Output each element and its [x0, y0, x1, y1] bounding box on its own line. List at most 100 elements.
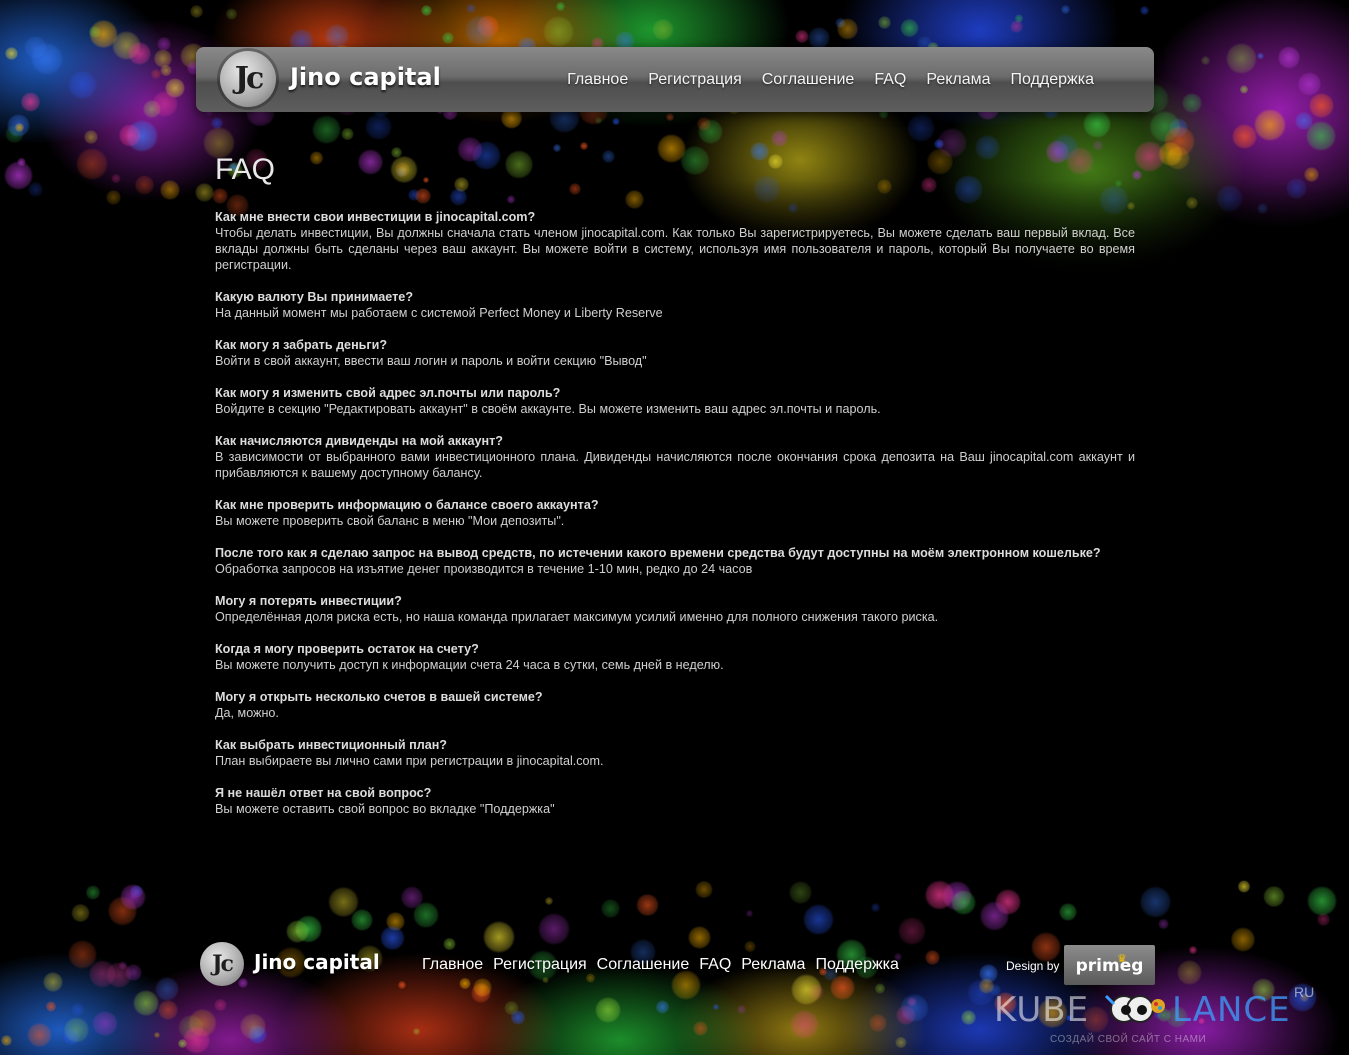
- bokeh-dot: [876, 178, 893, 195]
- bokeh-dot: [390, 156, 418, 184]
- faq-item: Как могу я изменить свой адрес эл.почты …: [215, 385, 1135, 417]
- bokeh-dot: [150, 68, 161, 79]
- bokeh-dot: [1115, 179, 1122, 187]
- faq-answer: Чтобы делать инвестиции, Вы должны снача…: [215, 226, 1135, 272]
- nav-advertising[interactable]: Реклама: [926, 71, 990, 89]
- bokeh-dot: [504, 150, 534, 180]
- faq-question: Как мне проверить информацию о балансе с…: [215, 498, 599, 512]
- bokeh-dot: [680, 145, 710, 175]
- bokeh-dot: [1166, 146, 1191, 171]
- footer-nav-faq[interactable]: FAQ: [699, 956, 731, 974]
- bokeh-dot: [795, 29, 810, 44]
- bokeh-dot: [790, 1009, 820, 1039]
- bokeh-dot: [666, 113, 674, 121]
- bokeh-dot: [652, 18, 674, 40]
- bokeh-dot: [1295, 112, 1313, 130]
- footer-nav-home[interactable]: Главное: [422, 956, 483, 974]
- bokeh-dot: [1308, 93, 1334, 119]
- bokeh-dot: [459, 977, 471, 990]
- nav-agreement[interactable]: Соглашение: [762, 71, 855, 89]
- bokeh-dot: [611, 117, 620, 126]
- faq-item: Как выбрать инвестиционный план? План вы…: [215, 737, 1135, 769]
- main-nav: Главное Регистрация Соглашение FAQ Рекла…: [567, 71, 1094, 89]
- bokeh-dot: [655, 1000, 670, 1014]
- bokeh-dot: [1253, 109, 1286, 142]
- bokeh-dot: [555, 1, 565, 11]
- bokeh-dot: [158, 1000, 178, 1021]
- footer-nav-advertising[interactable]: Реклама: [741, 956, 805, 974]
- faq-answer: Определённая доля риска есть, но наша ко…: [215, 610, 939, 624]
- bokeh-dot: [71, 1002, 85, 1016]
- bokeh-dot: [422, 177, 429, 184]
- faq-question: Я не нашёл ответ на свой вопрос?: [215, 786, 432, 800]
- faq-list: Как мне внести свои инвестиции в jinocap…: [215, 209, 1135, 833]
- bokeh-dot: [552, 144, 562, 153]
- bokeh-dot: [91, 1010, 118, 1037]
- bokeh-dot: [506, 195, 515, 204]
- bokeh-dot: [1239, 85, 1249, 94]
- bokeh-dot: [978, 978, 994, 994]
- bokeh-dot: [415, 188, 432, 205]
- bokeh-dot: [84, 129, 99, 144]
- faq-answer: Войти в свой аккаунт, ввести ваш логин и…: [215, 354, 647, 368]
- bokeh-dot: [239, 1013, 267, 1040]
- nav-home[interactable]: Главное: [567, 71, 628, 89]
- faq-item: Я не нашёл ответ на свой вопрос? Вы може…: [215, 785, 1135, 817]
- nav-registration[interactable]: Регистрация: [648, 71, 742, 89]
- bokeh-dot: [1031, 932, 1062, 963]
- designer-logo[interactable]: primeg: [1064, 945, 1155, 985]
- bokeh-dot: [27, 1022, 52, 1048]
- logo-icon[interactable]: Jc: [220, 51, 276, 107]
- footer-nav: Главное Регистрация Соглашение FAQ Рекла…: [422, 956, 899, 974]
- faq-answer: Вы можете проверить свой баланс в меню "…: [215, 514, 565, 528]
- bokeh-dot: [190, 5, 204, 19]
- site-name[interactable]: Jino capital: [290, 63, 441, 91]
- bokeh-dot: [670, 969, 701, 1000]
- bokeh-dot: [412, 1028, 420, 1036]
- footer-site-name[interactable]: Jino capital: [254, 950, 380, 974]
- faq-answer: Вы можете получить доступ к информации с…: [215, 658, 724, 672]
- bokeh-dot: [421, 4, 433, 16]
- bokeh-dot: [953, 174, 983, 204]
- bokeh-dot: [568, 183, 581, 196]
- mascot-icon: [1104, 994, 1165, 1023]
- bokeh-dot: [693, 1020, 709, 1036]
- bokeh-dot: [194, 182, 214, 202]
- footer-nav-support[interactable]: Поддержка: [815, 956, 898, 974]
- bokeh-dot: [771, 130, 789, 148]
- footer-logo-icon[interactable]: Jc: [200, 942, 244, 986]
- bokeh-dot: [510, 1010, 526, 1025]
- bokeh-dot: [1182, 93, 1203, 113]
- bokeh-dot: [1, 1035, 12, 1046]
- faq-item: Могу я потерять инвестиции? Определённая…: [215, 593, 1135, 625]
- bokeh-dot: [920, 176, 937, 193]
- faq-item: Когда я могу проверить остаток на счету?…: [215, 641, 1135, 673]
- faq-answer: Да, можно.: [215, 706, 279, 720]
- bokeh-dot: [1158, 918, 1169, 930]
- footer-nav-registration[interactable]: Регистрация: [493, 956, 587, 974]
- bokeh-dot: [441, 31, 454, 44]
- bokeh-dot: [408, 188, 421, 201]
- bokeh-dot: [456, 136, 483, 163]
- faq-answer: Вы можете оставить свой вопрос во вкладк…: [215, 802, 555, 816]
- page-title: FAQ: [215, 153, 276, 186]
- footer-nav-agreement[interactable]: Соглашение: [597, 956, 690, 974]
- bokeh-dot: [76, 148, 108, 180]
- bokeh-dot: [868, 1013, 888, 1033]
- bokeh-dot: [357, 149, 384, 175]
- bokeh-dot: [1231, 124, 1257, 150]
- bokeh-dot: [1263, 885, 1285, 907]
- faq-answer: Обработка запросов на изъятие денег прои…: [215, 562, 753, 576]
- bokeh-dot: [134, 175, 155, 195]
- bokeh-dot: [85, 885, 101, 901]
- bokeh-dot: [900, 19, 919, 38]
- nav-faq[interactable]: FAQ: [874, 71, 906, 89]
- bokeh-dot: [88, 19, 118, 49]
- nav-support[interactable]: Поддержка: [1011, 71, 1094, 89]
- bokeh-dot: [544, 896, 553, 905]
- faq-question: Как могу я изменить свой адрес эл.почты …: [215, 386, 561, 400]
- faq-question: Как могу я забрать деньги?: [215, 338, 388, 352]
- bokeh-dot: [1215, 184, 1243, 212]
- bokeh-dot: [585, 973, 596, 984]
- faq-question: После того как я сделаю запрос на вывод …: [215, 546, 1101, 560]
